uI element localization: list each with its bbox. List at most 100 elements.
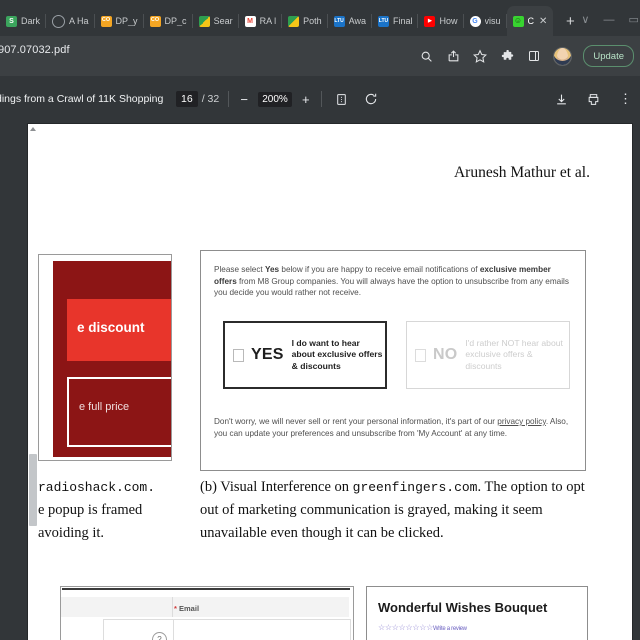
browser-tab[interactable]: Poth (282, 6, 328, 36)
browser-tab[interactable]: LTU Final (372, 6, 419, 36)
browser-tab[interactable]: CO DP_y (95, 6, 144, 36)
form-top-rule (62, 588, 350, 590)
browser-tab[interactable]: M RA l (239, 6, 283, 36)
share-icon[interactable] (445, 48, 461, 64)
zoom-in-button[interactable]: + (300, 92, 312, 107)
popup-shell: e discount e full price (53, 261, 171, 457)
help-icon[interactable]: ? (152, 632, 167, 640)
close-window-icon[interactable]: ▭ (628, 13, 638, 26)
figure-product-card: Wonderful Wishes Bouquet ☆☆☆☆☆☆☆☆Write a… (366, 586, 588, 640)
product-title: Wonderful Wishes Bouquet (378, 600, 548, 615)
print-icon[interactable] (587, 93, 600, 106)
browser-tab-active[interactable]: ☺ C ✕ (506, 6, 554, 36)
email-input[interactable] (173, 619, 351, 640)
page-number-input[interactable]: 16 (176, 91, 198, 107)
browser-tab[interactable]: ▶ How (418, 6, 464, 36)
pdf-page: Arunesh Mathur et al. e discount e full … (28, 124, 632, 640)
browser-tab[interactable]: S Dark (0, 6, 47, 36)
download-icon[interactable] (555, 93, 568, 106)
scrollbar-thumb[interactable] (29, 454, 37, 526)
tab-favicon-ltu: LTU (377, 15, 389, 27)
profile-avatar[interactable] (553, 46, 573, 66)
tab-close-icon[interactable]: ✕ (539, 16, 547, 27)
tab-label: Awa (348, 16, 366, 26)
caption-a-line1: radioshack.com. (38, 480, 156, 495)
form-input-left[interactable]: ? (103, 619, 175, 640)
consent-option-yes[interactable]: YES I do want to hear about exclusive of… (223, 321, 387, 389)
omnibox-actions: Update (418, 36, 634, 76)
zoom-out-button[interactable]: − (238, 92, 250, 107)
scroll-up-arrow-icon[interactable] (30, 127, 36, 131)
extensions-puzzle-icon[interactable] (499, 48, 515, 64)
tab-favicon-colab: CO (149, 15, 161, 27)
product-rating: ☆☆☆☆☆☆☆☆Write a review (378, 623, 467, 632)
form-field-right (173, 597, 349, 617)
checkbox-yes[interactable] (233, 348, 244, 362)
fit-to-page-icon[interactable] (335, 93, 348, 106)
caption-figure-a: radioshack.com. e popup is framed avoidi… (38, 476, 186, 545)
consent-footer-pre: Don't worry, we will never sell or rent … (214, 417, 498, 426)
tab-favicon-colab: CO (100, 15, 112, 27)
side-panel-icon[interactable] (526, 48, 542, 64)
browser-tab[interactable]: CO DP_c (144, 6, 193, 36)
tab-favicon-circle (52, 14, 66, 28)
zoom-level-value: 200% (258, 91, 292, 107)
discount-accept-button: e discount (67, 299, 171, 361)
caption-figure-b: (b) Visual Interference on greenfingers.… (200, 476, 606, 545)
browser-tab[interactable]: G visu (464, 6, 507, 36)
pdf-toolbar: dings from a Crawl of 11K Shopping … 16 … (0, 78, 640, 120)
browser-tab[interactable]: Sear (193, 6, 239, 36)
email-label-text: Email (179, 604, 200, 613)
tab-favicon-drive (288, 15, 300, 27)
tab-favicon-ltu: LTU (333, 15, 345, 27)
tab-label: How (439, 16, 458, 26)
pdf-document-title: dings from a Crawl of 11K Shopping … (0, 93, 164, 105)
page-total-label: / 32 (201, 93, 220, 105)
paper-content: Arunesh Mathur et al. e discount e full … (38, 124, 632, 640)
pdf-viewer: Arunesh Mathur et al. e discount e full … (0, 120, 640, 640)
address-bar-url[interactable]: 907.07032.pdf (0, 44, 70, 56)
consent-intro-mid: below if you are happy to receive email … (279, 265, 480, 274)
tab-label: Sear (213, 16, 233, 26)
window-controls: ∨ — ▭ (581, 13, 640, 36)
minimize-icon[interactable]: ∨ (581, 13, 589, 26)
consent-option-no[interactable]: NO I'd rather NOT hear about exclusive o… (406, 321, 570, 389)
caption-a-line2: e popup is framed (38, 502, 143, 518)
page-indicator: 16 / 32 (176, 91, 219, 107)
discount-accept-label: e discount (77, 320, 145, 335)
browser-window: S Dark A Ha CO DP_y CO DP_c Sear M RA l … (0, 0, 640, 640)
toolbar-divider (320, 91, 322, 107)
consent-yes-word: YES (251, 346, 284, 363)
tab-favicon-dark: S (6, 15, 17, 27)
tab-favicon-google: G (469, 15, 481, 27)
privacy-policy-link[interactable]: privacy policy (497, 417, 546, 426)
browser-tab[interactable]: LTU Awa (328, 6, 372, 36)
tab-label: RA l (259, 16, 277, 26)
consent-intro-post: from M8 Group companies. You will always… (214, 276, 569, 298)
update-button[interactable]: Update (583, 45, 634, 67)
write-review-link[interactable]: Write a review (433, 626, 467, 632)
caption-b-prefix: (b) Visual Interference on (200, 479, 353, 495)
consent-no-description: I'd rather NOT hear about exclusive offe… (465, 338, 563, 371)
new-tab-button[interactable]: + (559, 10, 581, 32)
search-icon[interactable] (418, 48, 434, 64)
bookmark-star-icon[interactable] (472, 48, 488, 64)
pdf-toolbar-right: ⋮ (555, 78, 632, 120)
maximize-icon[interactable]: — (603, 14, 614, 26)
tab-favicon-youtube: ▶ (424, 15, 436, 27)
tab-favicon-drive (198, 15, 210, 27)
tab-label: A Ha (69, 16, 89, 26)
figure-radioshack-popup: e discount e full price (38, 254, 172, 461)
full-price-decline-button: e full price (67, 377, 171, 447)
consent-footer-text: Don't worry, we will never sell or rent … (214, 416, 572, 439)
caption-b-domain: greenfingers.com (352, 480, 478, 495)
checkbox-no[interactable] (415, 348, 426, 362)
toolbar-divider (228, 91, 230, 107)
browser-tab[interactable]: A Ha (46, 6, 95, 36)
page-scrollbar[interactable] (28, 124, 38, 640)
email-field-label: * Email (174, 604, 199, 613)
more-options-icon[interactable]: ⋮ (619, 91, 632, 107)
consent-no-word: NO (433, 346, 458, 363)
rotate-icon[interactable] (364, 92, 378, 106)
zoom-controls: − 200% + (238, 91, 312, 107)
